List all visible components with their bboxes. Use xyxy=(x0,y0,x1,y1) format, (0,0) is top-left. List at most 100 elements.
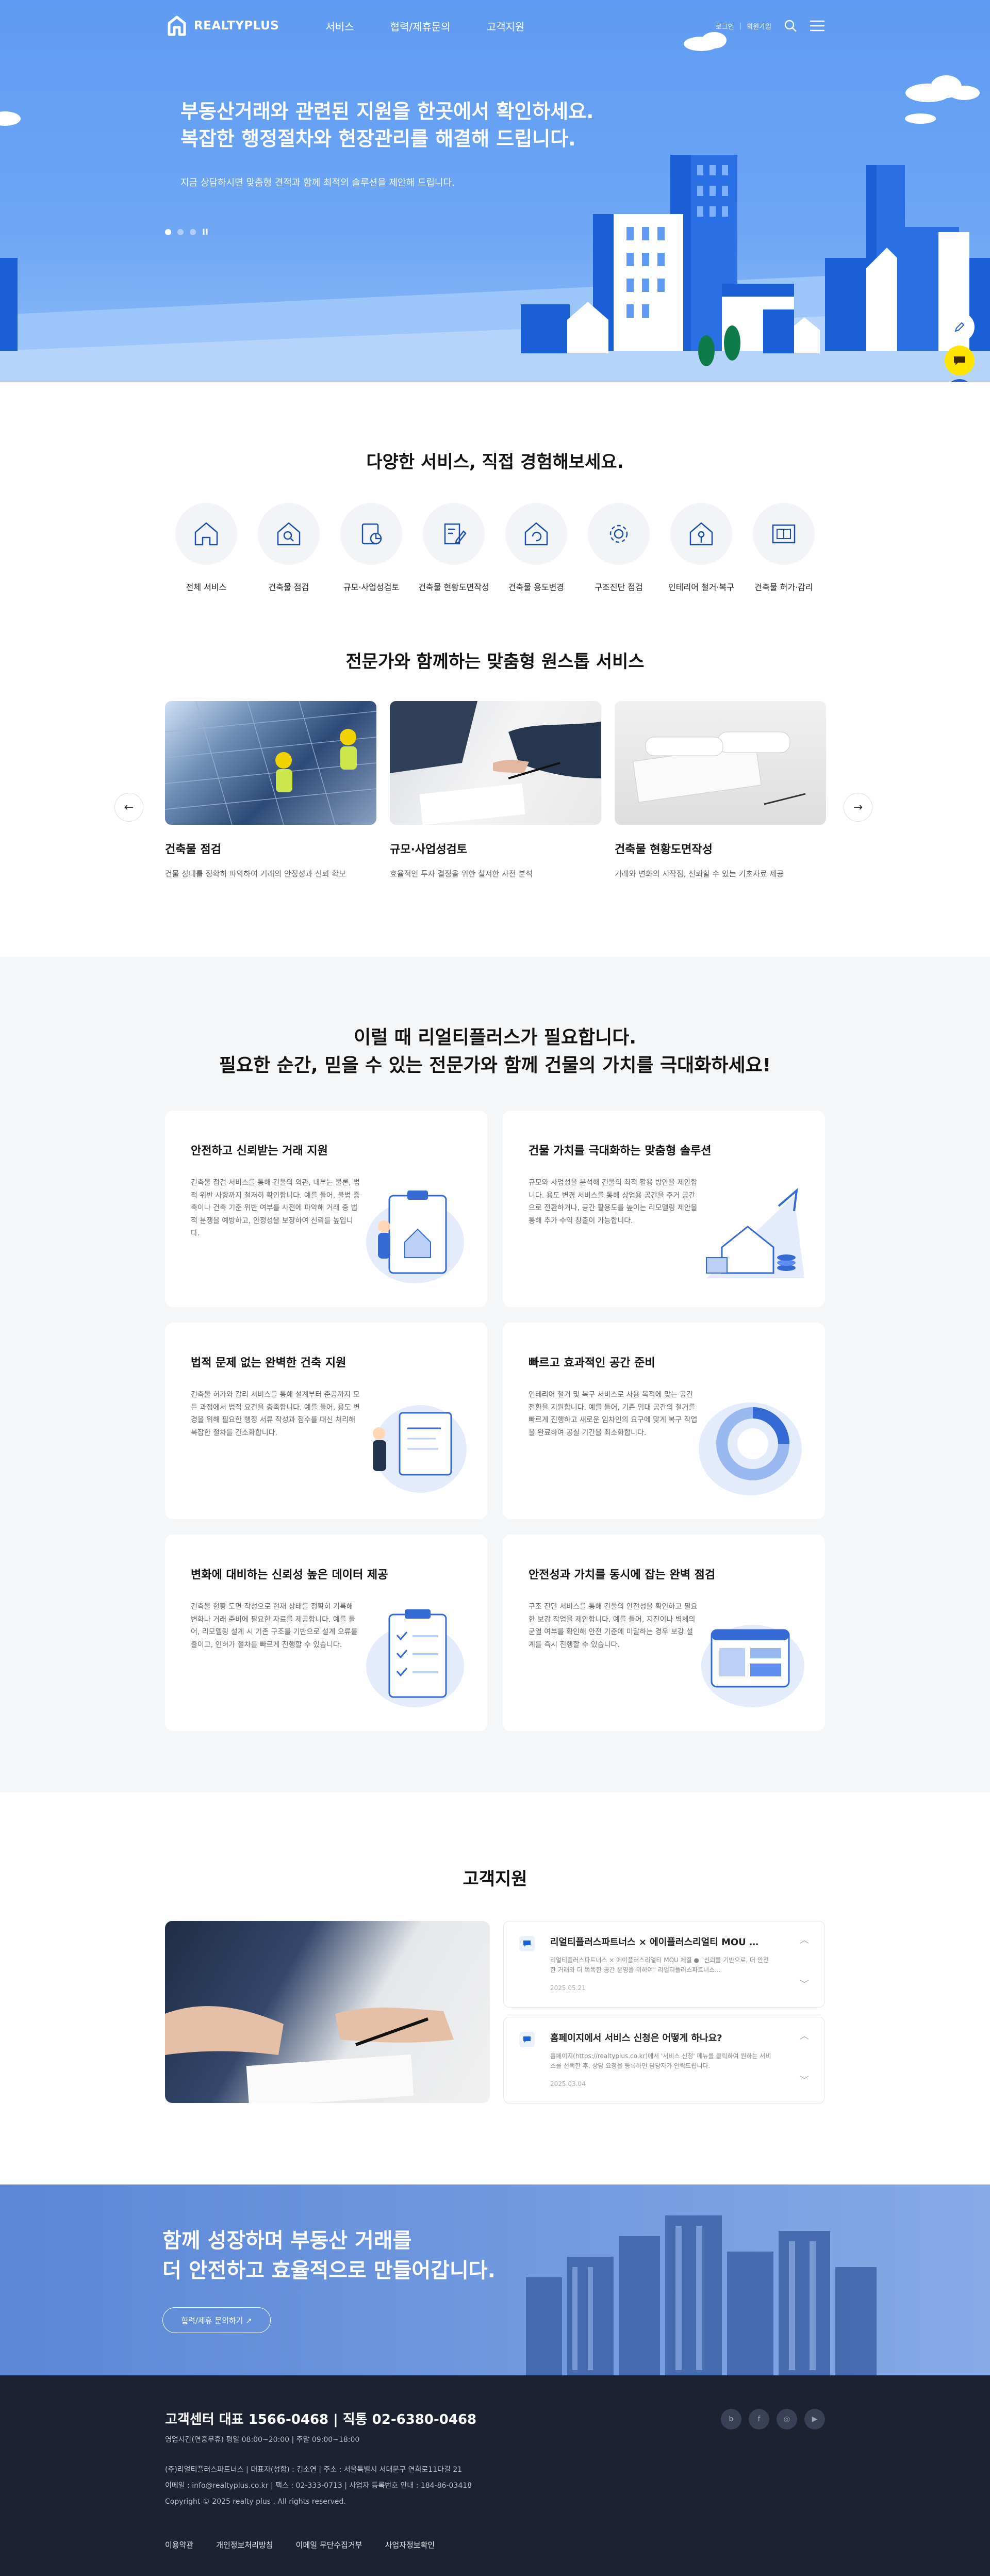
search-icon[interactable] xyxy=(783,18,798,34)
support-list: 리얼티플러스파트너스 × 에이플러스리얼티 MOU 체결... 리얼티플러스파트… xyxy=(503,1921,825,2104)
house-search-icon xyxy=(258,503,320,565)
cta-title-line2: 더 안전하고 효율적으로 만들어갑니다. xyxy=(162,2259,496,2282)
nav-partnership[interactable]: 협력/제휴문의 xyxy=(390,19,451,34)
logo[interactable]: REALTYPLUS xyxy=(165,14,279,38)
partnership-inquiry-button[interactable]: 협력/제휴 문의하기 ↗ xyxy=(162,2307,271,2333)
service-item[interactable]: 건축물 점검 xyxy=(248,503,330,593)
post-title: 리얼티플러스파트너스 × 에이플러스리얼티 MOU 체결... xyxy=(550,1937,767,1948)
privacy-link[interactable]: 개인정보처리방침 xyxy=(216,2539,273,2550)
slider-controls: II xyxy=(165,227,208,237)
header-utilities: 로그인 | 회원가입 xyxy=(716,18,825,34)
message-icon xyxy=(519,2032,535,2047)
arrow-right-icon: → xyxy=(853,801,863,814)
house-refresh-icon xyxy=(505,503,567,565)
main-nav: 서비스 협력/제휴문의 고객지원 xyxy=(325,19,524,34)
service-label: 전체 서비스 xyxy=(186,582,227,592)
clipboard-house-illustration xyxy=(366,1191,464,1283)
chat-bubble-icon xyxy=(954,356,965,365)
service-label: 건축물 점검 xyxy=(268,582,309,592)
service-item[interactable]: 건축물 용도변경 xyxy=(495,503,578,593)
footer-info: (주)리얼티플러스파트너스 | 대표자(성함) : 김소연 | 주소 : 서울특… xyxy=(165,2462,825,2509)
login-link[interactable]: 로그인 xyxy=(716,21,734,31)
why-section: 이럴 때 리얼티플러스가 필요합니다. 필요한 순간, 믿을 수 있는 전문가와… xyxy=(0,957,990,1792)
service-card[interactable]: 규모·사업성검토 효율적인 투자 결정을 위한 철저한 사전 분석 xyxy=(390,701,601,879)
slide-dot[interactable] xyxy=(177,229,184,235)
service-item[interactable]: 구조진단 점검 xyxy=(578,503,660,593)
doc-pen-icon xyxy=(423,503,485,565)
why-card-title: 빠르고 효과적인 공간 준비 xyxy=(529,1357,655,1369)
business-info-link[interactable]: 사업자정보확인 xyxy=(385,2539,435,2550)
house-coins-illustration xyxy=(706,1188,804,1278)
why-card: 법적 문제 없는 완벽한 건축 지원 건축물 허가와 감리 서비스를 통해 설계… xyxy=(165,1323,487,1519)
chevron-up-icon[interactable]: ︿ xyxy=(800,2029,809,2042)
why-card: 건물 가치를 극대화하는 맞춤형 솔루션 규모와 사업성을 분석해 건물의 최적… xyxy=(503,1111,825,1307)
card-desc: 효율적인 투자 결정을 위한 철저한 사전 분석 xyxy=(390,869,533,878)
terms-link[interactable]: 이용약관 xyxy=(165,2539,193,2550)
service-item[interactable]: 건축물 현황도면작성 xyxy=(412,503,495,593)
why-title-line2: 필요한 순간, 믿을 수 있는 전문가와 함께 건물의 가치를 극대화하세요! xyxy=(219,1055,771,1076)
logo-mark-icon xyxy=(168,15,186,36)
onestop-cards: 건축물 점검 건물 상태를 정확히 파악하여 거래의 안정성과 신뢰 확보 규모… xyxy=(165,701,826,879)
onestop-section: 전문가와 함께하는 맞춤형 원스톱 서비스 건축물 점검 건물 상태를 정확히 … xyxy=(0,647,990,957)
service-item[interactable]: 인테리어 철거·복구 xyxy=(660,503,742,593)
card-image-meeting xyxy=(390,701,601,825)
menu-icon[interactable] xyxy=(810,18,825,34)
why-card: 안전하고 신뢰받는 거래 지원 건축물 점검 서비스를 통해 건물의 외관, 내… xyxy=(165,1111,487,1307)
slide-dot[interactable] xyxy=(165,229,171,235)
support-post[interactable]: 리얼티플러스파트너스 × 에이플러스리얼티 MOU 체결... 리얼티플러스파트… xyxy=(503,1921,825,2008)
why-title-line1: 이럴 때 리얼티플러스가 필요합니다. xyxy=(353,1027,637,1048)
youtube-icon[interactable]: ▶ xyxy=(804,2409,825,2430)
blog-icon[interactable]: b xyxy=(721,2409,741,2430)
dashboard-illustration xyxy=(701,1625,804,1707)
why-card-title: 안전하고 신뢰받는 거래 지원 xyxy=(191,1145,328,1157)
edit-floating-button[interactable] xyxy=(945,312,975,342)
post-body: 리얼티플러스파트너스 × 에이플러스리얼티 MOU 체결 ● "신뢰를 기반으로… xyxy=(550,1957,769,1974)
email-policy-link[interactable]: 이메일 무단수집거부 xyxy=(296,2539,362,2550)
card-title: 규모·사업성검토 xyxy=(390,843,468,856)
chat-floating-button[interactable] xyxy=(945,346,975,376)
support-post[interactable]: 홈페이지에서 서비스 신청은 어떻게 하나요? 홈페이지(https://rea… xyxy=(503,2017,825,2104)
service-item[interactable]: 전체 서비스 xyxy=(165,503,248,593)
checklist-illustration xyxy=(366,1609,464,1707)
service-card[interactable]: 건축물 점검 건물 상태를 정확히 파악하여 거래의 안정성과 신뢰 확보 xyxy=(165,701,376,879)
card-desc: 거래와 변화의 시작점, 신뢰할 수 있는 기초자료 제공 xyxy=(615,869,784,878)
chevron-up-icon[interactable]: ︿ xyxy=(800,1933,809,1946)
service-label: 구조진단 점검 xyxy=(595,582,643,592)
hero-title: 부동산거래와 관련된 지원을 한곳에서 확인하세요. 복잡한 행정절차와 현장관… xyxy=(180,98,594,153)
nav-services[interactable]: 서비스 xyxy=(325,19,354,34)
facebook-icon[interactable]: f xyxy=(749,2409,769,2430)
why-card-desc: 규모와 사업성을 분석해 건물의 최적 활용 방안을 제안합니다. 용도 변경 … xyxy=(529,1179,698,1225)
why-card-desc: 구조 진단 서비스를 통해 건물의 안전성을 확인하고 필요한 보강 작업을 제… xyxy=(529,1603,698,1649)
why-card-desc: 인테리어 철거 및 복구 서비스로 사용 목적에 맞는 공간 전환을 지원합니다… xyxy=(529,1391,698,1437)
instagram-icon[interactable]: ◎ xyxy=(777,2409,797,2430)
support-title: 고객지원 xyxy=(463,1869,527,1889)
service-label: 건축물 허가·감리 xyxy=(754,582,813,592)
next-arrow-button[interactable]: → xyxy=(844,793,872,822)
chevron-down-icon[interactable]: ﹀ xyxy=(800,2073,809,2086)
service-item[interactable]: 규모·사업성검토 xyxy=(330,503,412,593)
onestop-title: 전문가와 함께하는 맞춤형 원스톱 서비스 xyxy=(345,651,645,672)
post-nav: ︿ ﹀ xyxy=(800,2029,809,2086)
footer-contact: 이메일 : info@realtyplus.co.kr | 팩스 : 02-33… xyxy=(165,2481,472,2490)
card-title: 건축물 현황도면작성 xyxy=(615,843,713,856)
pause-button[interactable]: II xyxy=(202,227,208,237)
cycle-arrows-illustration xyxy=(699,1403,802,1495)
prev-arrow-button[interactable]: ← xyxy=(114,793,143,822)
service-card[interactable]: 건축물 현황도면작성 거래와 변화의 시작점, 신뢰할 수 있는 기초자료 제공 xyxy=(615,701,826,879)
post-body: 홈페이지(https://realtyplus.co.kr)에서 '서비스 신청… xyxy=(550,2052,771,2070)
nav-support[interactable]: 고객지원 xyxy=(487,19,525,34)
cta-title-line1: 함께 성장하며 부동산 거래를 xyxy=(162,2229,412,2253)
service-icon-row: 전체 서비스 건축물 점검 규모·사업성검토 건축물 현황도면작성 건축물 용도… xyxy=(165,503,825,593)
service-item[interactable]: 건축물 허가·감리 xyxy=(742,503,825,593)
social-links: b f ◎ ▶ xyxy=(721,2409,825,2430)
pencil-icon xyxy=(954,322,965,332)
cta-title: 함께 성장하며 부동산 거래를 더 안전하고 효율적으로 만들어갑니다. xyxy=(162,2226,496,2286)
site-footer: 고객센터 대표 1566-0468 | 직통 02-6380-0468 영업시간… xyxy=(0,2375,990,2576)
why-card-desc: 건축물 현황 도면 작성으로 현재 상태를 정확히 기록해 변화나 거래 준비에… xyxy=(191,1603,358,1649)
why-grid: 안전하고 신뢰받는 거래 지원 건축물 점검 서비스를 통해 건물의 외관, 내… xyxy=(165,1111,825,1731)
join-link[interactable]: 회원가입 xyxy=(747,21,771,31)
house-tool-icon xyxy=(670,503,732,565)
footer-copyright: Copyright © 2025 realty plus . All right… xyxy=(165,2497,346,2506)
slide-dot[interactable] xyxy=(190,229,196,235)
chevron-down-icon[interactable]: ﹀ xyxy=(800,1977,809,1991)
